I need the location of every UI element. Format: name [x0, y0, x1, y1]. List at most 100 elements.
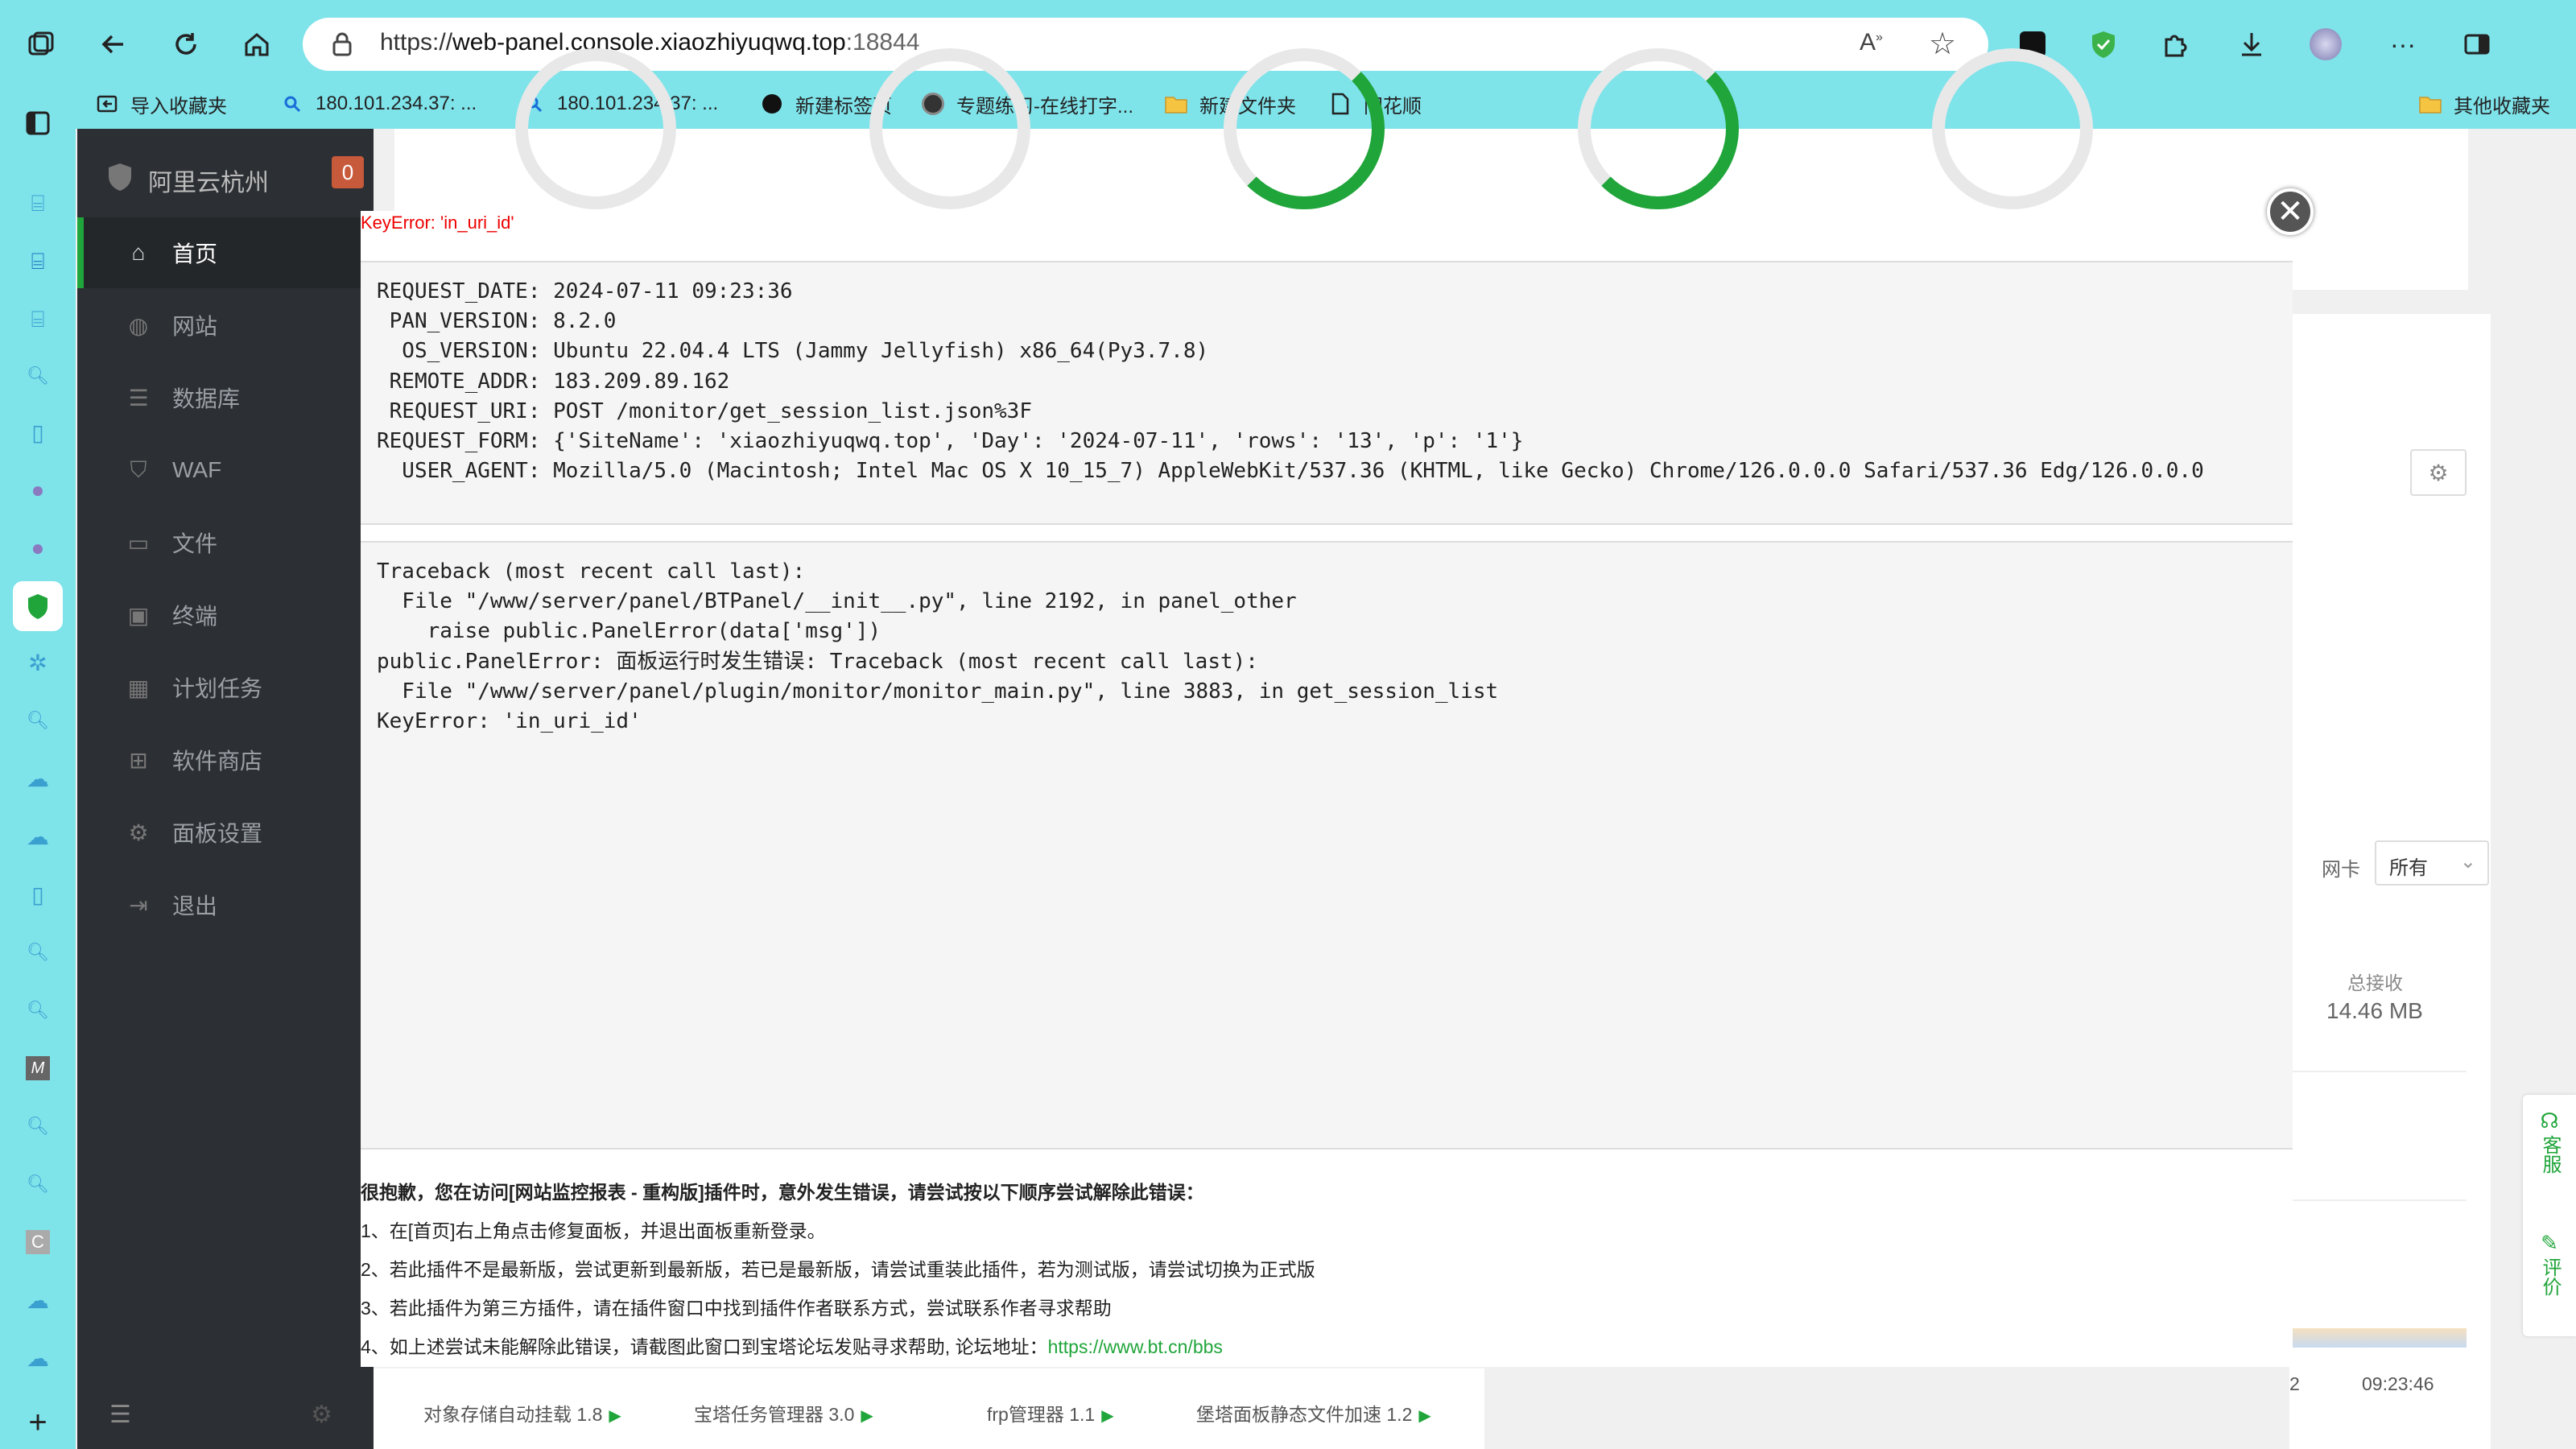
- traffic-card: 网卡 所有 ⌄ 总接收 14.46 MB 2 09:23:46: [2289, 692, 2491, 1449]
- info-line: OS_VERSION: Ubuntu 22.04.4 LTS (Jammy Je…: [377, 339, 1209, 364]
- plugin-static-acceleration[interactable]: 堡塔面板静态文件加速 1.2 ▶: [1196, 1399, 1431, 1426]
- server-brand: 阿里云杭州: [106, 156, 269, 204]
- bt-panel-tab-active[interactable]: [13, 581, 63, 631]
- trace-line: File "/www/server/panel/BTPanel/__init__…: [377, 589, 1297, 614]
- search-icon-4[interactable]: 🔍︎: [19, 992, 56, 1029]
- cloud-icon-2[interactable]: ☁: [19, 818, 56, 855]
- m-app-icon[interactable]: M: [19, 1050, 56, 1087]
- nav-item-settings[interactable]: ⚙ 面板设置: [77, 797, 374, 868]
- avatar-tab-icon-2[interactable]: ●: [19, 530, 56, 567]
- nav-item-database[interactable]: ☰ 数据库: [77, 362, 374, 433]
- download-icon[interactable]: [2231, 24, 2272, 64]
- info-line: REQUEST_URI: POST /monitor/get_session_l…: [377, 398, 1032, 423]
- settings-gear-icon[interactable]: ⚙: [2410, 449, 2467, 496]
- avatar-tab-icon[interactable]: ●: [19, 472, 56, 509]
- net-card-label: 网卡: [2322, 859, 2360, 881]
- forum-link[interactable]: https://www.bt.cn/bbs: [1048, 1336, 1223, 1357]
- tab-bot-icon-2[interactable]: ⌸: [19, 301, 56, 338]
- bookmark-other-folder[interactable]: 其他收藏夹: [2418, 84, 2550, 124]
- globe-icon: ◍: [128, 312, 149, 338]
- gauge-disk-2: [1932, 48, 2093, 209]
- read-aloud-icon[interactable]: A»: [1860, 29, 1883, 56]
- vertical-tabs-icon[interactable]: [19, 105, 56, 142]
- error-dialog: KeyError: 'in_uri_id' REQUEST_DATE: 2024…: [361, 211, 2293, 1367]
- search-icon-5[interactable]: 🔍︎: [19, 1108, 56, 1145]
- search-icon-6[interactable]: 🔍︎: [19, 1166, 56, 1203]
- url-text[interactable]: https://web-panel.console.xiaozhiyuqwq.t…: [380, 29, 919, 56]
- nav-item-logout[interactable]: ⇥ 退出: [77, 869, 374, 940]
- help-step-4: 4、如上述尝试未能解除此错误，请截图此窗口到宝塔论坛发贴寻求帮助, 论坛地址：h…: [361, 1331, 1223, 1359]
- add-tab-icon[interactable]: +: [19, 1404, 56, 1441]
- document-icon[interactable]: ▯: [19, 414, 56, 451]
- nav-item-home[interactable]: ⌂ 首页: [77, 217, 374, 288]
- panel-sidebar: 阿里云杭州 0 ⌂ 首页 ◍ 网站 ☰ 数据库 ⛉ WAF ▭ 文件 ▣ 终端 ▦ 计划任务 …: [77, 129, 374, 1449]
- chart-time-label: 09:23:46: [2362, 1373, 2434, 1394]
- sidebar-toggle-icon[interactable]: [2457, 24, 2497, 64]
- folder-icon: [2418, 92, 2442, 116]
- chevron-down-icon: ⌄: [2459, 851, 2476, 873]
- profile-avatar-icon[interactable]: [2306, 24, 2346, 64]
- reload-icon[interactable]: [166, 24, 206, 64]
- search-icon[interactable]: 🔍︎: [19, 357, 56, 394]
- more-menu-icon[interactable]: ···: [2383, 24, 2423, 64]
- nav-item-website[interactable]: ◍ 网站: [77, 290, 374, 361]
- message-count-badge[interactable]: 0: [332, 156, 364, 188]
- play-arrow-icon: ▶: [1418, 1407, 1431, 1425]
- cloud-tab-icon-2[interactable]: ☁: [19, 1340, 56, 1377]
- total-recv-value: 14.46 MB: [2326, 998, 2423, 1023]
- search-icon-3[interactable]: 🔍︎: [19, 934, 56, 971]
- cloud-tab-icon[interactable]: ☁: [19, 1282, 56, 1319]
- database-icon: ☰: [128, 385, 149, 411]
- close-dialog-button[interactable]: ✕: [2267, 188, 2314, 235]
- nav-item-files[interactable]: ▭ 文件: [77, 507, 374, 578]
- trace-line: public.PanelError: 面板运行时发生错误: Traceback …: [377, 649, 1258, 674]
- lock-icon[interactable]: [327, 29, 357, 60]
- nav-item-store[interactable]: ⊞ 软件商店: [77, 724, 374, 795]
- review-button[interactable]: ✎ 评价: [2523, 1232, 2576, 1296]
- terminal-icon: ▣: [127, 602, 150, 628]
- help-title: 很抱歉，您在访问[网站监控报表 - 重构版]插件时，意外发生错误，请尝试按以下顺…: [361, 1182, 1204, 1203]
- sidebar-footer: ☰ ⚙: [77, 1385, 374, 1449]
- total-recv-label: 总接收: [2347, 972, 2403, 993]
- nav-item-cron[interactable]: ▦ 计划任务: [77, 652, 374, 723]
- back-icon[interactable]: [93, 24, 134, 64]
- trace-line: Traceback (most recent call last):: [377, 559, 806, 584]
- import-icon: [95, 92, 119, 116]
- nav-item-terminal[interactable]: ▣ 终端: [77, 580, 374, 650]
- plugin-oss-mount[interactable]: 对象存储自动挂载 1.8 ▶: [423, 1399, 621, 1426]
- info-line: PAN_VERSION: 8.2.0: [377, 309, 617, 334]
- bookmark-import[interactable]: 导入收藏夹: [95, 84, 227, 124]
- info-line: REMOTE_ADDR: 183.209.89.162: [377, 369, 730, 394]
- help-step-3: 3、若此插件为第三方插件，请在插件窗口中找到插件作者联系方式，尝试联系作者寻求帮…: [361, 1298, 1112, 1319]
- cloud-icon[interactable]: ☁: [19, 760, 56, 797]
- tab-actions-icon[interactable]: [21, 24, 61, 64]
- shield-extension-icon[interactable]: [2083, 24, 2124, 64]
- tab-bot-icon[interactable]: ⌸: [19, 185, 56, 222]
- gear-icon: ⚙: [128, 819, 149, 845]
- plugin-frp-manager[interactable]: frp管理器 1.1 ▶: [987, 1399, 1114, 1426]
- search-icon-2[interactable]: 🔍︎: [19, 702, 56, 739]
- bookmark-ip-1[interactable]: 180.101.234.37: ...: [280, 84, 477, 124]
- folder-icon: ▭: [127, 530, 150, 555]
- tab-bot-active-icon[interactable]: ⌸: [19, 243, 56, 280]
- trace-line: raise public.PanelError(data['msg']): [377, 619, 881, 644]
- nav-item-waf[interactable]: ⛉ WAF: [77, 435, 374, 506]
- network-icon[interactable]: ✲: [19, 644, 56, 681]
- favorite-star-icon[interactable]: ☆: [1929, 26, 1956, 62]
- home-icon[interactable]: [237, 24, 277, 64]
- gauge-memory: [1224, 48, 1385, 209]
- extensions-puzzle-icon[interactable]: [2154, 24, 2194, 64]
- document-icon-2[interactable]: ▯: [19, 876, 56, 913]
- net-card-select[interactable]: 所有 ⌄: [2375, 840, 2489, 886]
- customer-service-button[interactable]: ☊ 客服: [2523, 1109, 2576, 1174]
- settings-gear-icon[interactable]: ⚙: [311, 1401, 332, 1429]
- shield-icon: ⛉: [130, 456, 147, 482]
- collapse-menu-icon[interactable]: ☰: [109, 1401, 131, 1429]
- c-app-icon[interactable]: C: [19, 1224, 56, 1261]
- calendar-icon: ▦: [127, 675, 150, 700]
- traceback-box: Traceback (most recent call last): File …: [361, 541, 2293, 1150]
- help-step-4-text: 4、如上述尝试未能解除此错误，请截图此窗口到宝塔论坛发贴寻求帮助, 论坛地址：: [361, 1336, 1048, 1357]
- trace-line: KeyError: 'in_uri_id': [377, 709, 642, 734]
- plugin-task-manager[interactable]: 宝塔任务管理器 3.0 ▶: [694, 1399, 873, 1426]
- traffic-chart-area: [2289, 1328, 2467, 1348]
